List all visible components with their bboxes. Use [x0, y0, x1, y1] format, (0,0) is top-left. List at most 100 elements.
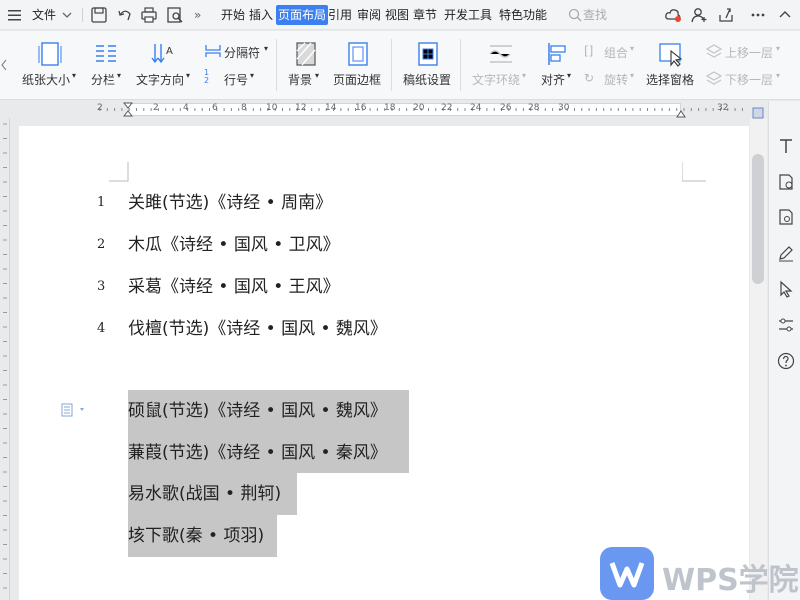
add-user-icon[interactable]	[690, 6, 708, 24]
ruler-label: 26	[500, 103, 512, 113]
document-line[interactable]: 伐檀(节选)《诗经 • 国风 • 魏风》	[128, 308, 387, 350]
align-button[interactable]: 对齐	[541, 71, 565, 88]
separator-dropdown-icon[interactable]: ▾	[264, 44, 268, 53]
more-options-icon[interactable]	[749, 6, 767, 24]
horizontal-ruler[interactable]: 2 2 4 6 8 10 12 14 16 18 20 22 24 26 28 …	[0, 101, 800, 118]
background-dropdown-icon[interactable]: ▾	[315, 71, 319, 80]
hamburger-menu-icon[interactable]	[6, 6, 24, 24]
file-menu[interactable]: 文件	[32, 0, 56, 30]
ruler-label: 16	[355, 103, 367, 113]
paragraph-layout-icon[interactable]	[61, 402, 87, 421]
background-button[interactable]: 背景	[288, 71, 312, 88]
save-icon[interactable]	[90, 6, 108, 24]
selection-pane-icon[interactable]	[658, 41, 684, 70]
selected-line[interactable]: 垓下歌(秦 • 项羽)	[128, 515, 264, 557]
split-view-icon[interactable]	[752, 104, 764, 123]
select-cursor-icon[interactable]	[777, 280, 795, 302]
line-number: 1	[97, 195, 106, 210]
page-border-icon[interactable]	[346, 41, 370, 70]
collapse-ribbon-icon[interactable]	[776, 6, 794, 24]
ruler-label: 20	[413, 103, 425, 113]
ruler-label: 22	[441, 103, 453, 113]
tab-insert[interactable]: 插入	[249, 0, 273, 30]
wps-academy-watermark: WPS学院	[600, 547, 800, 600]
separator-icon[interactable]	[204, 43, 222, 62]
text-direction-icon[interactable]: A	[150, 41, 176, 70]
vertical-scrollbar[interactable]	[750, 118, 767, 600]
chevron-down-icon[interactable]	[60, 6, 78, 24]
paper-size-icon[interactable]	[38, 41, 62, 70]
line-number-button[interactable]: 行号	[224, 71, 248, 88]
tab-start[interactable]: 开始	[221, 0, 245, 30]
columns-button[interactable]: 分栏	[91, 71, 115, 88]
selected-line[interactable]: 硕鼠(节选)《诗经 • 国风 • 魏风》	[128, 390, 387, 432]
text-wrap-icon	[488, 43, 514, 68]
style-panel-icon[interactable]	[777, 137, 795, 159]
wps-logo-icon	[600, 547, 654, 600]
document-line[interactable]: 采葛《诗经 • 国风 • 王风》	[128, 266, 340, 308]
cloud-sync-icon[interactable]	[664, 6, 682, 24]
line-number: 3	[97, 279, 106, 294]
help-icon[interactable]	[777, 352, 795, 374]
selection-pane-button[interactable]: 选择窗格	[646, 71, 694, 88]
background-icon[interactable]	[294, 41, 318, 70]
selected-line[interactable]: 蒹葭(节选)《诗经 • 国风 • 秦风》	[128, 432, 387, 474]
scrollbar-thumb[interactable]	[752, 154, 764, 284]
tab-view[interactable]: 视图	[385, 0, 409, 30]
document-line[interactable]: 木瓜《诗经 • 国风 • 卫风》	[128, 224, 340, 266]
tab-special-features[interactable]: 特色功能	[499, 0, 547, 30]
send-backward-icon	[705, 70, 723, 89]
print-preview-icon[interactable]	[166, 6, 184, 24]
indent-marker-icon[interactable]	[122, 102, 134, 121]
document-line[interactable]: 关雎(节选)《诗经 • 周南》	[128, 182, 332, 224]
menu-bar: 文件 » 开始 插入 页面布局 引用 审阅 视图 章节 开发工具 特色功能 查找	[0, 0, 800, 30]
text-wrap-button: 文字环绕	[472, 73, 521, 87]
search-box[interactable]: 查找	[583, 0, 607, 30]
manuscript-icon[interactable]	[416, 41, 440, 70]
tab-page-layout[interactable]: 页面布局	[276, 5, 329, 25]
tab-review[interactable]: 审阅	[357, 0, 381, 30]
group-dropdown-icon: ▾	[630, 44, 635, 53]
undo-icon[interactable]	[116, 6, 134, 24]
document-review-icon[interactable]	[777, 173, 795, 195]
search-icon[interactable]	[566, 6, 584, 24]
wps-academy-label: WPS学院	[662, 563, 799, 598]
page-border-button[interactable]: 页面边框	[333, 71, 381, 88]
margin-corner-mark	[109, 162, 129, 182]
print-icon[interactable]	[140, 6, 158, 24]
vertical-ruler[interactable]	[0, 118, 10, 600]
ribbon-scroll-left-icon[interactable]	[0, 57, 8, 76]
more-commands-icon[interactable]: »	[194, 0, 201, 30]
columns-dropdown-icon[interactable]: ▾	[117, 71, 121, 80]
paper-size-button[interactable]: 纸张大小	[22, 71, 70, 88]
align-dropdown-icon[interactable]: ▾	[567, 71, 571, 80]
right-indent-marker-icon[interactable]	[676, 107, 686, 121]
document-page[interactable]: 1 关雎(节选)《诗经 • 周南》 2 木瓜《诗经 • 国风 • 卫风》 3 采…	[19, 126, 749, 600]
adjust-sliders-icon[interactable]	[777, 316, 795, 338]
ruler-label: 18	[384, 103, 396, 113]
tab-references[interactable]: 引用	[328, 0, 352, 30]
ruler-label: 14	[325, 103, 337, 113]
align-icon[interactable]	[546, 41, 570, 70]
line-number-dropdown-icon[interactable]: ▾	[250, 71, 254, 80]
separator-button[interactable]: 分隔符	[224, 44, 260, 61]
ruler-label: 8	[241, 103, 247, 113]
text-direction-dropdown-icon[interactable]: ▾	[186, 71, 190, 80]
group-button: 组合	[604, 46, 629, 60]
ribbon-toolbar: 纸张大小 ▾ 分栏 ▾ A 文字方向 ▾ 分隔符 ▾ 1 2 行号 ▾ 背景 ▾…	[0, 31, 800, 100]
ruler-label: 32	[717, 103, 729, 113]
pen-edit-icon[interactable]	[777, 244, 795, 266]
bring-forward-icon	[705, 43, 723, 62]
tab-section[interactable]: 章节	[413, 0, 437, 30]
svg-text:A: A	[166, 46, 173, 57]
line-number-icon[interactable]: 1 2	[204, 69, 216, 85]
columns-icon[interactable]	[94, 43, 118, 68]
share-icon[interactable]	[717, 6, 735, 24]
manuscript-settings-button[interactable]: 稿纸设置	[403, 71, 451, 88]
paper-size-dropdown-icon[interactable]: ▾	[72, 71, 76, 80]
tab-developer[interactable]: 开发工具	[444, 0, 492, 30]
text-direction-button[interactable]: 文字方向	[136, 71, 184, 88]
selected-line[interactable]: 易水歌(战国 • 荆轲)	[128, 473, 281, 515]
ruler-label: 12	[295, 103, 307, 113]
document-settings-icon[interactable]	[777, 208, 795, 230]
